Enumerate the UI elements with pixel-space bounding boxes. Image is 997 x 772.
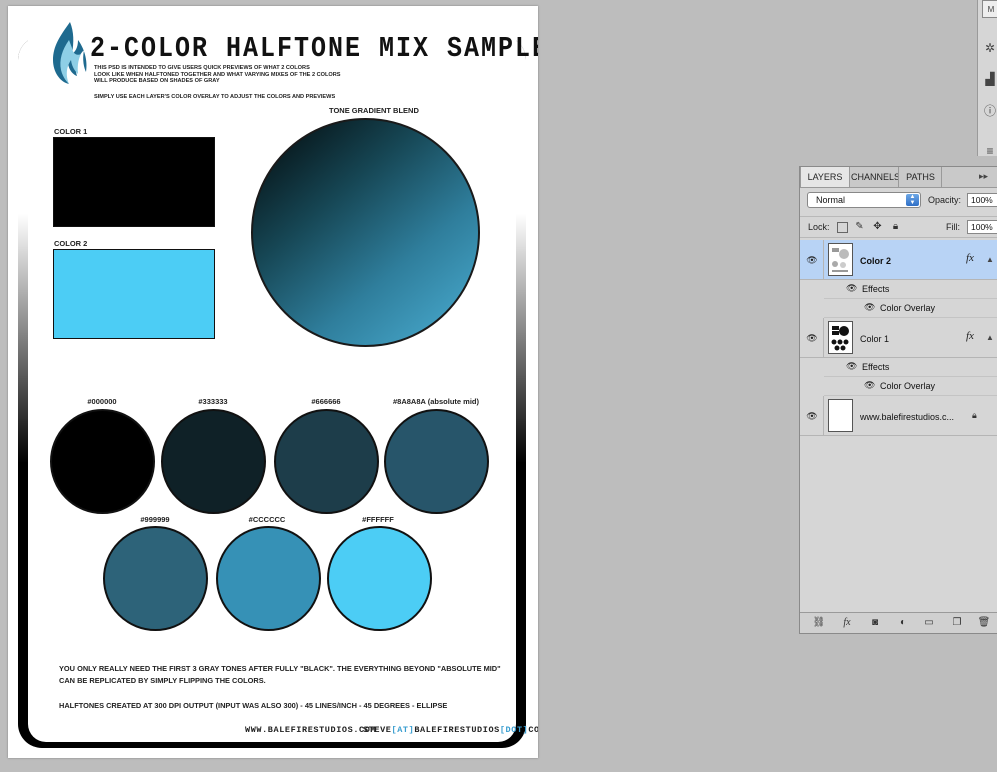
thumbnail-preview-icon xyxy=(831,326,849,351)
page-title: 2-COLOR HALFTONE MIX SAMPLER xyxy=(90,32,538,66)
navigator-icon[interactable]: ✲ xyxy=(982,40,997,56)
intro-line: LOOK LIKE WHEN HALFTONED TOGETHER AND WH… xyxy=(94,71,341,78)
effects-label: Effects xyxy=(862,284,890,294)
fill-label: Fill: xyxy=(946,222,960,232)
fx-badge-icon[interactable]: fx xyxy=(966,330,974,342)
panel-menu-icon[interactable]: ▸▸ xyxy=(979,171,988,182)
tab-channels[interactable]: CHANNELS xyxy=(851,167,899,187)
layer-name[interactable]: Color 2 xyxy=(860,256,891,266)
tab-paths[interactable]: PATHS xyxy=(900,167,942,187)
tone-circle xyxy=(384,409,489,514)
thumbnail-preview-icon xyxy=(832,248,849,272)
effects-row[interactable]: 👁︎ Effects xyxy=(824,280,997,299)
eye-icon[interactable]: 👁︎ xyxy=(864,302,875,313)
email-address: STEVE[AT]BALEFIRESTUDIOS[DOT]COM xyxy=(363,725,538,735)
website-link: WWW.BALEFIRESTUDIOS.COM xyxy=(245,725,377,735)
new-group-icon[interactable]: ▭ xyxy=(922,616,936,630)
lock-all-icon[interactable]: 🔒︎ xyxy=(890,221,901,232)
adjustment-layer-icon[interactable]: ◐ xyxy=(896,616,910,630)
layer-row-background[interactable]: 👁︎ www.balefirestudios.c... 🔒︎ xyxy=(800,396,997,436)
layers-panel: LAYERS CHANNELS PATHS ▸▸ Normal ▲ ▼ Opaci… xyxy=(799,166,997,634)
blend-mode-select[interactable]: Normal ▲ ▼ xyxy=(807,192,921,208)
blend-mode-value: Normal xyxy=(816,195,846,205)
footer-note-line: YOU ONLY REALLY NEED THE FIRST 3 GRAY TO… xyxy=(59,664,501,673)
layer-row-color-1[interactable]: 👁︎ Color 1 fx ▲ xyxy=(800,318,997,358)
lock-row: Lock: ✎ ✥ 🔒︎ Fill: 100% xyxy=(800,216,997,238)
tone-circle xyxy=(274,409,379,514)
tone-label: #8A8A8A (absolute mid) xyxy=(393,397,479,406)
effect-name: Color Overlay xyxy=(880,303,936,313)
intro-text: THIS PSD IS INTENDED TO GIVE USERS QUICK… xyxy=(94,65,344,100)
layer-thumbnail xyxy=(828,243,853,276)
lock-position-move-icon[interactable]: ✥ xyxy=(872,221,883,232)
effect-row-color-overlay[interactable]: 👁︎ Color Overlay xyxy=(824,299,997,318)
opacity-label: Opacity: xyxy=(928,195,962,205)
histogram-icon[interactable]: ▟ xyxy=(982,71,997,87)
tone-gradient-circle xyxy=(251,118,480,347)
eye-icon[interactable]: 👁︎ xyxy=(804,409,820,423)
lock-label: Lock: xyxy=(808,222,830,232)
page-area xyxy=(28,14,516,742)
layer-row-color-2[interactable]: 👁︎ Color 2 fx ▲ xyxy=(800,240,997,280)
layer-thumbnail xyxy=(828,399,853,432)
intro-line: WILL PRODUCE BASED ON SHADES OF GRAY xyxy=(94,78,220,85)
tab-layers[interactable]: LAYERS xyxy=(800,167,850,187)
fx-icon[interactable]: fx xyxy=(840,616,854,630)
footer-spec-line: HALFTONES CREATED AT 300 DPI OUTPUT (INP… xyxy=(59,701,448,710)
color1-swatch xyxy=(53,137,215,227)
effects-label: Effects xyxy=(862,362,890,372)
footer-note-line: CAN BE REPLICATED BY SIMPLY FLIPPING THE… xyxy=(59,676,266,685)
eye-icon[interactable]: 👁︎ xyxy=(846,283,857,294)
tone-circle xyxy=(103,526,208,631)
tone-circle xyxy=(161,409,266,514)
mini-bridge-button[interactable]: M xyxy=(982,0,997,18)
tone-label: #FFFFFF xyxy=(362,515,394,524)
effects-row[interactable]: 👁︎ Effects xyxy=(824,358,997,377)
effect-name: Color Overlay xyxy=(880,381,936,391)
tone-circle xyxy=(216,526,321,631)
lock-transparency-icon[interactable] xyxy=(837,222,848,233)
opacity-input[interactable]: 100% xyxy=(967,193,997,207)
color2-swatch xyxy=(53,249,215,339)
delete-layer-icon[interactable]: 🗑︎ xyxy=(977,616,991,630)
flame-logo-icon xyxy=(53,22,87,84)
actions-icon[interactable]: ≡ xyxy=(982,143,997,159)
link-layers-icon[interactable]: ⛓︎ xyxy=(812,616,826,630)
collapse-arrow-icon[interactable]: ▲ xyxy=(986,255,994,264)
eye-icon[interactable]: 👁︎ xyxy=(846,361,857,372)
document-canvas[interactable]: 2-COLOR HALFTONE MIX SAMPLER THIS PSD IS… xyxy=(8,6,538,758)
eye-icon[interactable]: 👁︎ xyxy=(804,331,820,345)
add-mask-icon[interactable]: ◙ xyxy=(868,616,882,630)
new-layer-icon[interactable]: ❐ xyxy=(950,616,964,630)
fx-badge-icon[interactable]: fx xyxy=(966,252,974,264)
layer-thumbnail xyxy=(828,321,853,354)
intro-line: THIS PSD IS INTENDED TO GIVE USERS QUICK… xyxy=(94,65,310,71)
tone-circle xyxy=(50,409,155,514)
lock-pixels-brush-icon[interactable]: ✎ xyxy=(854,221,865,232)
intro-instruction: SIMPLY USE EACH LAYER'S COLOR OVERLAY TO… xyxy=(94,93,336,100)
info-icon[interactable]: ⓘ xyxy=(982,102,997,118)
tone-circle xyxy=(327,526,432,631)
layer-name[interactable]: Color 1 xyxy=(860,334,889,344)
updown-arrows-icon: ▲ ▼ xyxy=(906,194,919,206)
eye-icon[interactable]: 👁︎ xyxy=(804,253,820,267)
fill-input[interactable]: 100% xyxy=(967,220,997,234)
panel-tabs: LAYERS CHANNELS PATHS ▸▸ xyxy=(800,167,997,188)
color2-label: COLOR 2 xyxy=(54,239,88,248)
collapse-arrow-icon[interactable]: ▲ xyxy=(986,333,994,342)
color1-label: COLOR 1 xyxy=(54,127,88,136)
panel-dock-strip: M ✲ ▟ ⓘ ≡ xyxy=(977,0,997,159)
layer-name[interactable]: www.balefirestudios.c... xyxy=(860,412,954,422)
eye-icon[interactable]: 👁︎ xyxy=(864,380,875,391)
effect-row-color-overlay[interactable]: 👁︎ Color Overlay xyxy=(824,377,997,396)
gradient-label: TONE GRADIENT BLEND xyxy=(329,106,419,115)
layer-lock-icon: 🔒︎ xyxy=(972,410,977,420)
layers-bottom-toolbar: ⛓︎ fx ◙ ◐ ▭ ❐ 🗑︎ xyxy=(800,612,997,633)
